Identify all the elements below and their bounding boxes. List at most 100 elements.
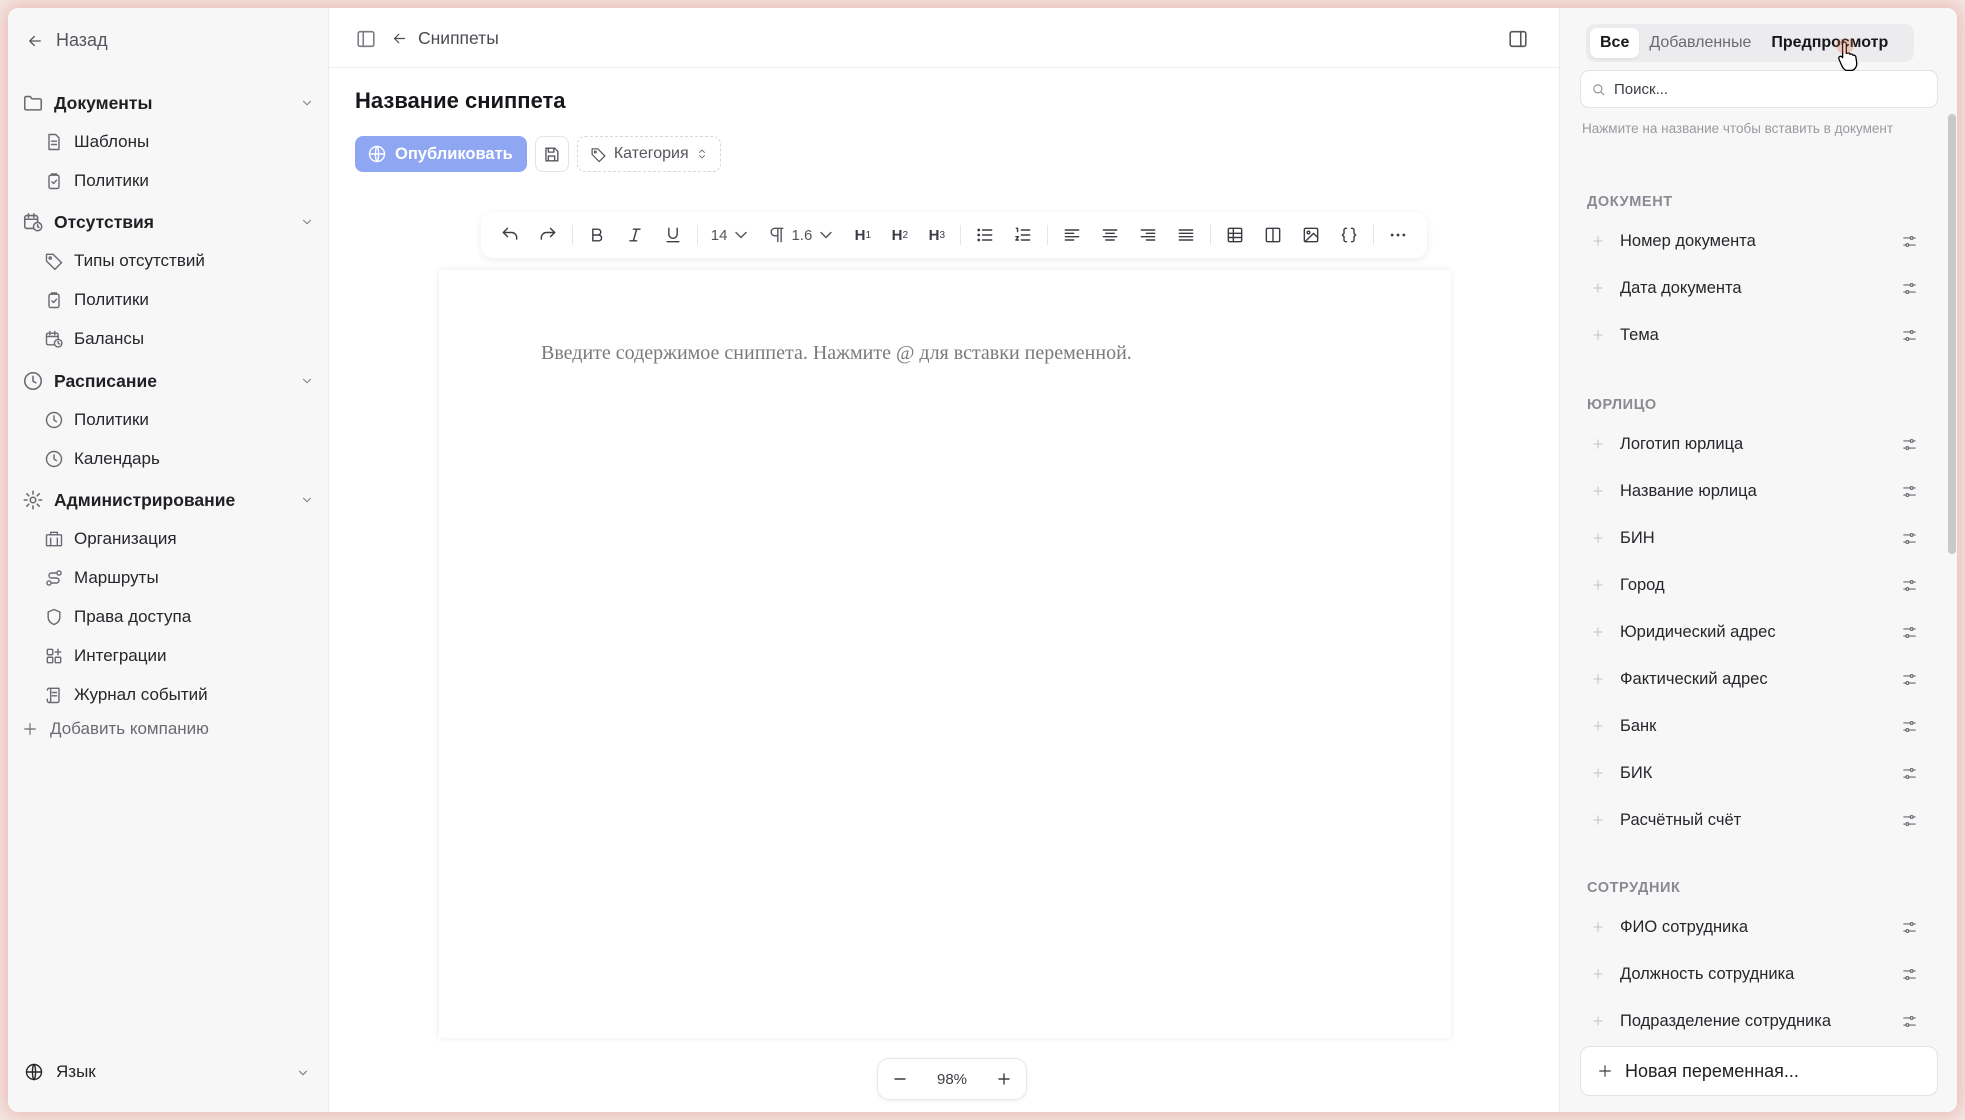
sidebar-group-administration[interactable]: Администрирование	[20, 484, 320, 516]
panel-toggle-icon[interactable]	[1507, 28, 1529, 50]
sidebar-item-routes[interactable]: Маршруты	[44, 562, 314, 594]
search-input[interactable]	[1614, 80, 1914, 98]
plus-icon[interactable]	[1591, 672, 1605, 686]
plus-icon[interactable]	[1591, 437, 1605, 451]
plus-icon[interactable]	[1591, 484, 1605, 498]
plus-icon[interactable]	[1591, 625, 1605, 639]
plus-icon[interactable]	[1591, 719, 1605, 733]
settings-sliders-icon[interactable]	[1901, 966, 1918, 983]
zoom-in-button[interactable]	[994, 1069, 1014, 1089]
align-right-button[interactable]	[1129, 218, 1167, 252]
insert-image-button[interactable]	[1292, 218, 1330, 252]
plus-icon[interactable]	[1591, 531, 1605, 545]
variable-item[interactable]: Расчётный счёт	[1586, 803, 1928, 837]
sidebar-item-absence-types[interactable]: Типы отсутствий	[44, 245, 314, 277]
undo-button[interactable]	[491, 218, 529, 252]
variable-item[interactable]: Должность сотрудника	[1586, 957, 1928, 991]
settings-sliders-icon[interactable]	[1901, 718, 1918, 735]
sidebar-item-templates[interactable]: Шаблоны	[44, 126, 314, 158]
publish-button[interactable]: Опубликовать	[355, 136, 527, 172]
variable-item[interactable]: Юридический адрес	[1586, 615, 1928, 649]
panel-scrollbar[interactable]	[1948, 114, 1956, 554]
insert-table-button[interactable]	[1216, 218, 1254, 252]
redo-button[interactable]	[529, 218, 567, 252]
settings-sliders-icon[interactable]	[1901, 280, 1918, 297]
plus-icon[interactable]	[1591, 578, 1605, 592]
settings-sliders-icon[interactable]	[1901, 233, 1918, 250]
sidebar-item-schedule-policies[interactable]: Политики	[44, 404, 314, 436]
language-selector[interactable]: Язык	[24, 1062, 314, 1082]
plus-icon[interactable]	[1591, 234, 1605, 248]
chevron-down-icon[interactable]	[300, 374, 314, 388]
breadcrumb[interactable]: Сниппеты	[391, 28, 499, 49]
bullet-list-button[interactable]	[966, 218, 1004, 252]
chevron-down-icon[interactable]	[300, 96, 314, 110]
line-height-select[interactable]: 1.6	[759, 218, 844, 252]
bold-button[interactable]	[578, 218, 616, 252]
settings-sliders-icon[interactable]	[1901, 765, 1918, 782]
variable-item[interactable]: Название юрлица	[1586, 474, 1928, 508]
plus-icon[interactable]	[1591, 1014, 1605, 1028]
insert-columns-button[interactable]	[1254, 218, 1292, 252]
sidebar-toggle-icon[interactable]	[355, 28, 377, 50]
sidebar-item-balances[interactable]: Балансы	[44, 323, 314, 355]
sidebar-item-organization[interactable]: Организация	[44, 523, 314, 555]
variable-item[interactable]: Банк	[1586, 709, 1928, 743]
plus-icon[interactable]	[1591, 766, 1605, 780]
settings-sliders-icon[interactable]	[1901, 530, 1918, 547]
settings-sliders-icon[interactable]	[1901, 436, 1918, 453]
page-title[interactable]: Название сниппета	[355, 88, 566, 114]
numbered-list-button[interactable]	[1004, 218, 1042, 252]
variable-item[interactable]: Логотип юрлица	[1586, 427, 1928, 461]
align-justify-button[interactable]	[1167, 218, 1205, 252]
add-company-button[interactable]: Добавить компанию	[22, 719, 209, 739]
sidebar-item-access-rights[interactable]: Права доступа	[44, 601, 314, 633]
plus-icon[interactable]	[1591, 920, 1605, 934]
tab-added[interactable]: Добавленные	[1639, 28, 1761, 58]
variable-item[interactable]: Дата документа	[1586, 271, 1928, 305]
chevron-down-icon[interactable]	[300, 493, 314, 507]
font-size-select[interactable]: 14	[703, 218, 760, 252]
editor-placeholder[interactable]: Введите содержимое сниппета. Нажмите @ д…	[541, 342, 1132, 365]
plus-icon[interactable]	[1591, 281, 1605, 295]
insert-code-button[interactable]	[1330, 218, 1368, 252]
more-button[interactable]	[1379, 218, 1417, 252]
settings-sliders-icon[interactable]	[1901, 919, 1918, 936]
tab-preview[interactable]: Предпросмотр	[1761, 28, 1898, 58]
variable-item[interactable]: Фактический адрес	[1586, 662, 1928, 696]
heading-2-button[interactable]: H2	[881, 218, 918, 252]
variable-item[interactable]: Номер документа	[1586, 224, 1928, 258]
settings-sliders-icon[interactable]	[1901, 1013, 1918, 1030]
variable-item[interactable]: БИК	[1586, 756, 1928, 790]
align-left-button[interactable]	[1053, 218, 1091, 252]
variable-item[interactable]: БИН	[1586, 521, 1928, 555]
plus-icon[interactable]	[1591, 328, 1605, 342]
variable-item[interactable]: Город	[1586, 568, 1928, 602]
plus-icon[interactable]	[1591, 813, 1605, 827]
plus-icon[interactable]	[1591, 967, 1605, 981]
save-button[interactable]	[534, 136, 569, 172]
tab-all[interactable]: Все	[1590, 28, 1640, 58]
zoom-out-button[interactable]	[890, 1069, 910, 1089]
underline-button[interactable]	[654, 218, 692, 252]
settings-sliders-icon[interactable]	[1901, 624, 1918, 641]
settings-sliders-icon[interactable]	[1901, 812, 1918, 829]
heading-1-button[interactable]: H1	[844, 218, 881, 252]
chevron-down-icon[interactable]	[300, 215, 314, 229]
align-center-button[interactable]	[1091, 218, 1129, 252]
sidebar-item-calendar[interactable]: Календарь	[44, 443, 314, 475]
sidebar-item-event-log[interactable]: Журнал событий	[44, 679, 314, 711]
back-link[interactable]: Назад	[26, 30, 108, 51]
variable-item[interactable]: Тема	[1586, 318, 1928, 352]
variable-item[interactable]: ФИО сотрудника	[1586, 910, 1928, 944]
italic-button[interactable]	[616, 218, 654, 252]
settings-sliders-icon[interactable]	[1901, 327, 1918, 344]
sidebar-group-schedule[interactable]: Расписание	[20, 365, 320, 397]
category-select[interactable]: Категория	[576, 136, 721, 172]
variable-item[interactable]: Подразделение сотрудника	[1586, 1004, 1928, 1038]
sidebar-item-document-policies[interactable]: Политики	[44, 165, 314, 197]
sidebar-group-absences[interactable]: Отсутствия	[20, 206, 320, 238]
settings-sliders-icon[interactable]	[1901, 671, 1918, 688]
document-page[interactable]: Введите содержимое сниппета. Нажмите @ д…	[439, 270, 1451, 1038]
sidebar-group-documents[interactable]: Документы	[20, 87, 320, 119]
